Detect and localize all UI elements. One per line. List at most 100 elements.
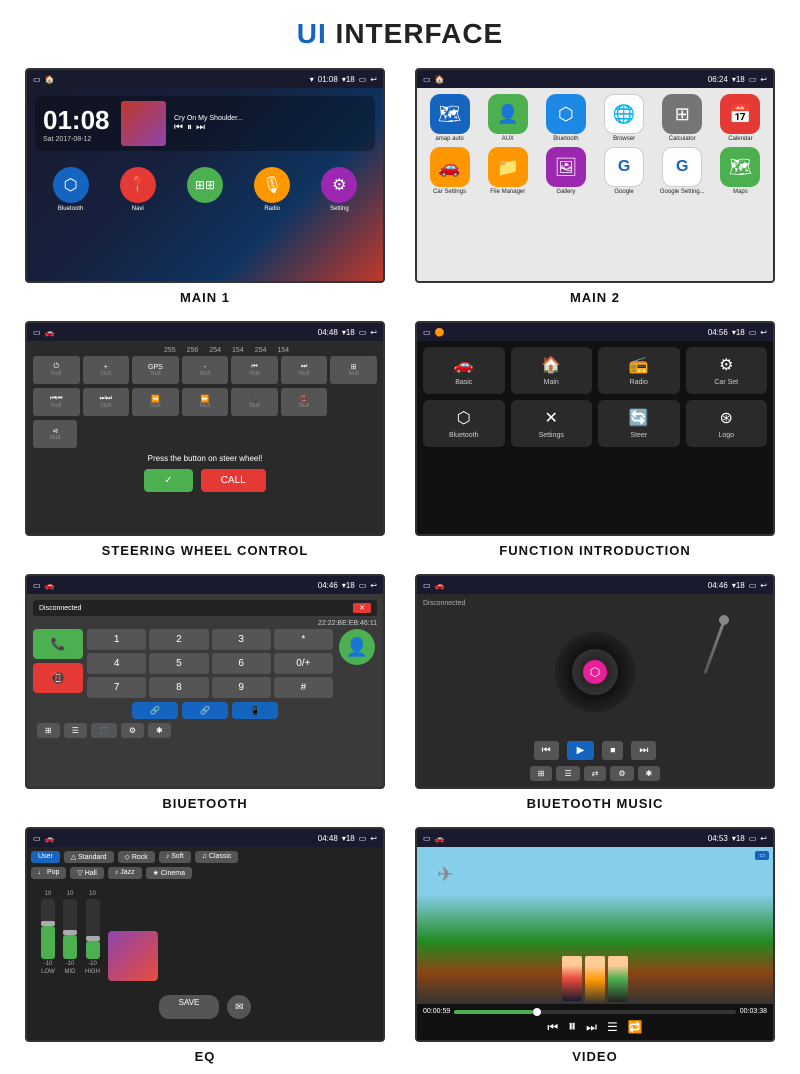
bt-link-btn[interactable]: 🔗: [132, 702, 178, 719]
eq-mode-jazz[interactable]: ♪ Jazz: [108, 867, 142, 879]
steer-btn-extra2[interactable]: ⊲Null: [33, 420, 77, 448]
btm-strip-2[interactable]: ☰: [556, 766, 579, 781]
bt-key-5[interactable]: 5: [149, 653, 208, 674]
steer-btn-ff[interactable]: ⏩Null: [182, 388, 229, 416]
eq-mode-rock[interactable]: ◇ Rock: [118, 851, 155, 863]
bt-key-6[interactable]: 6: [212, 653, 271, 674]
bt-call-btn[interactable]: 📞: [33, 629, 83, 659]
btm-strip-4[interactable]: ⚙: [610, 766, 633, 781]
bt-key-8[interactable]: 8: [149, 677, 208, 698]
bt-key-2[interactable]: 2: [149, 629, 208, 650]
steer-btn-rew[interactable]: ⏪Null: [132, 388, 179, 416]
bt-extra-btn5[interactable]: ✱: [148, 723, 171, 738]
func-bluetooth[interactable]: ⬡ Bluetooth: [423, 400, 505, 447]
btm-play[interactable]: ▶: [567, 741, 595, 760]
eq-mode-user[interactable]: User: [31, 851, 60, 863]
app-amap[interactable]: 🗺 amap auto: [423, 94, 476, 142]
eq-save-btn[interactable]: SAVE: [159, 995, 220, 1019]
steer-btn-extra[interactable]: ⊞Null: [330, 356, 377, 384]
video-play-btn[interactable]: ⏸: [568, 1018, 576, 1036]
steer-btn-back[interactable]: ⏮⏮Null: [33, 388, 80, 416]
steer-btn-next[interactable]: ⏭Null: [281, 356, 328, 384]
bt-end-btn[interactable]: 📵: [33, 663, 83, 693]
eq-slider-high[interactable]: 10 -10 HIGH: [85, 891, 100, 975]
steer-confirm-btn[interactable]: ✓: [144, 469, 192, 492]
bt-extra-btn4[interactable]: ⚙: [121, 723, 144, 738]
btm-prev[interactable]: ⏮: [534, 741, 559, 760]
func-logo[interactable]: ⊛ Logo: [686, 400, 768, 447]
app-radio[interactable]: 🎙 Radio: [254, 167, 290, 212]
app-setting[interactable]: ⚙ Setting: [321, 167, 357, 212]
eq-mode-cinema[interactable]: ★ Cinema: [146, 867, 192, 879]
settings-icon: ✕: [545, 408, 558, 428]
screen-btmusic: ▭🚗 04:46▾18▭↩ Disconnected ⬡ ⏮ ▶ ⏹: [415, 574, 775, 789]
label-main1: MAIN 1: [180, 290, 230, 305]
btm-strip-3[interactable]: ⇄: [584, 766, 607, 781]
eq-slider-mid[interactable]: 10 -10 MID: [63, 891, 77, 975]
bt-key-hash[interactable]: #: [274, 677, 333, 698]
bt-unlink-btn[interactable]: 🔗: [182, 702, 228, 719]
steer-btn-call[interactable]: 📞Null: [231, 388, 278, 416]
btm-strip-1[interactable]: ⊞: [530, 766, 553, 781]
eq-mode-soft[interactable]: ♪ Soft: [159, 851, 191, 863]
steer-btn-gps[interactable]: GPSNull: [132, 356, 179, 384]
app-maps[interactable]: 🗺 Maps: [714, 147, 767, 195]
video-list-btn[interactable]: ☰: [607, 1020, 618, 1034]
eq-slider-low[interactable]: 10 -10 LOW: [41, 891, 55, 975]
eq-mode-hall[interactable]: ▽ Hall: [70, 867, 103, 879]
app-calc[interactable]: ⊞ Calculator: [656, 94, 709, 142]
bt-key-3[interactable]: 3: [212, 629, 271, 650]
eq-mode-classic[interactable]: ♫ Classic: [195, 851, 239, 863]
steer-btn-vol-down[interactable]: -Null: [182, 356, 229, 384]
func-basic[interactable]: 🚗 Basic: [423, 347, 505, 394]
bt-extra-btn3[interactable]: 🎵: [91, 723, 117, 738]
eq-mode-pop[interactable]: ♩ Pop: [31, 867, 66, 879]
func-steer[interactable]: 🔄 Steer: [598, 400, 680, 447]
steer-btn-prev[interactable]: ⏮Null: [231, 356, 278, 384]
app-browser[interactable]: 🌐 Browser: [598, 94, 651, 142]
steer-call-btn[interactable]: CALL: [201, 469, 266, 492]
video-next-btn[interactable]: ⏭: [586, 1020, 597, 1035]
app-files[interactable]: 📁 File Manager: [481, 147, 534, 195]
eq-email-btn[interactable]: ✉: [227, 995, 251, 1019]
func-radio[interactable]: 📻 Radio: [598, 347, 680, 394]
steer-btn-endcall[interactable]: 📵Null: [281, 388, 328, 416]
app-google[interactable]: G Google: [598, 147, 651, 195]
app-bt[interactable]: ⬡ Bluetooth: [539, 94, 592, 142]
app-menu[interactable]: ⊞⊞: [187, 167, 223, 212]
app-gallery[interactable]: 🖼 Gallery: [539, 147, 592, 195]
screen-eq: ▭🚗 04:48▾18▭↩ User △ Standard ◇ Rock ♪ S…: [25, 827, 385, 1042]
steer-btn-vol-up[interactable]: +Null: [83, 356, 130, 384]
func-settings[interactable]: ✕ Settings: [511, 400, 593, 447]
bt-key-star[interactable]: *: [274, 629, 333, 650]
func-main[interactable]: 🏠 Main: [511, 347, 593, 394]
car-icon: 🚗: [454, 355, 474, 375]
screen-steer: ▭🚗 04:48▾18▭↩ 255 256 254 154 254 154 ⏻N…: [25, 321, 385, 536]
bt-extra-btn1[interactable]: ⊞: [37, 723, 60, 738]
btm-stop[interactable]: ⏹: [602, 741, 623, 760]
btm-next[interactable]: ⏭: [631, 741, 656, 760]
app-navi[interactable]: 📍 Navi: [120, 167, 156, 212]
bt-key-4[interactable]: 4: [87, 653, 146, 674]
app-aux[interactable]: 👤 AUX: [481, 94, 534, 142]
bt-key-0plus[interactable]: 0/+: [274, 653, 333, 674]
func-carset[interactable]: ⚙ Car Set: [686, 347, 768, 394]
app-bluetooth[interactable]: ⬡ Bluetooth: [53, 167, 89, 212]
bt-key-7[interactable]: 7: [87, 677, 146, 698]
video-repeat-btn[interactable]: 🔁: [628, 1020, 643, 1034]
video-seekbar[interactable]: [454, 1010, 736, 1014]
bt-key-9[interactable]: 9: [212, 677, 271, 698]
app-calendar[interactable]: 📅 Calendar: [714, 94, 767, 142]
bt-key-1[interactable]: 1: [87, 629, 146, 650]
label-video: VIDEO: [572, 1049, 617, 1064]
bt-extra-btn2[interactable]: ☰: [64, 723, 87, 738]
steer-btn-fwd[interactable]: ⏭⏭Null: [83, 388, 130, 416]
bt-mobile-btn[interactable]: 📱: [232, 702, 278, 719]
steer-btn-power[interactable]: ⏻Null: [33, 356, 80, 384]
btm-strip-5[interactable]: ✱: [638, 766, 661, 781]
eq-mode-standard[interactable]: △ Standard: [64, 851, 114, 863]
video-prev-btn[interactable]: ⏮: [547, 1020, 558, 1035]
app-carsettings[interactable]: 🚗 Car Settings: [423, 147, 476, 195]
label-eq: EQ: [195, 1049, 216, 1064]
app-googlesetting[interactable]: G Google Setting...: [656, 147, 709, 195]
